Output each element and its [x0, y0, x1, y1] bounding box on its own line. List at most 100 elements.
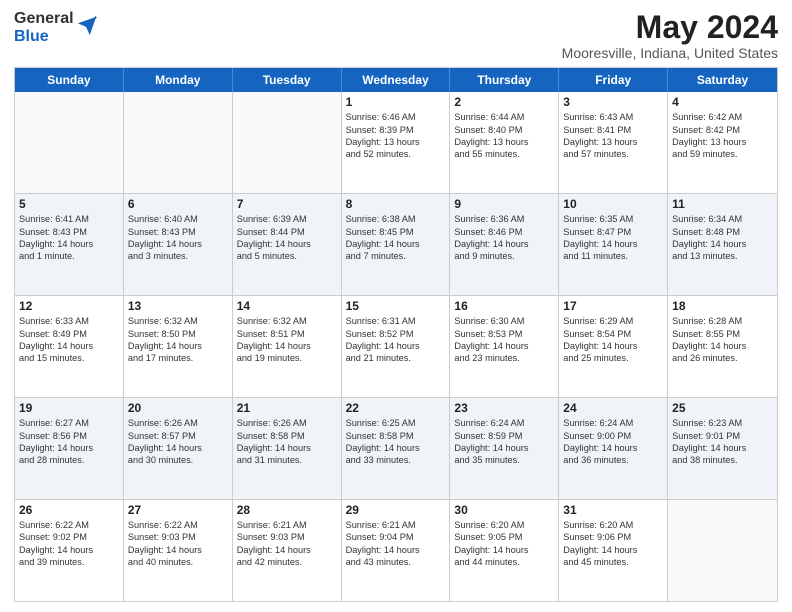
header-sunday: Sunday [15, 68, 124, 92]
cell-info-line: and 5 minutes. [237, 250, 337, 262]
cell-info-line: Daylight: 14 hours [346, 238, 446, 250]
cell-info-line: and 7 minutes. [346, 250, 446, 262]
calendar-row: 5Sunrise: 6:41 AMSunset: 8:43 PMDaylight… [15, 193, 777, 295]
day-number: 22 [346, 401, 446, 415]
day-number: 30 [454, 503, 554, 517]
cell-info-line: and 59 minutes. [672, 148, 773, 160]
cell-info-line: Sunrise: 6:21 AM [346, 519, 446, 531]
cell-info-line: and 43 minutes. [346, 556, 446, 568]
cell-info-line: Sunrise: 6:26 AM [237, 417, 337, 429]
calendar-cell: 16Sunrise: 6:30 AMSunset: 8:53 PMDayligh… [450, 296, 559, 397]
day-number: 13 [128, 299, 228, 313]
cell-info-line: Daylight: 14 hours [672, 238, 773, 250]
cell-info-line: Sunset: 8:50 PM [128, 328, 228, 340]
calendar-row: 1Sunrise: 6:46 AMSunset: 8:39 PMDaylight… [15, 92, 777, 193]
day-number: 6 [128, 197, 228, 211]
logo: General Blue [14, 10, 98, 47]
calendar-cell: 25Sunrise: 6:23 AMSunset: 9:01 PMDayligh… [668, 398, 777, 499]
cell-info-line: and 39 minutes. [19, 556, 119, 568]
cell-info-line: Daylight: 13 hours [346, 136, 446, 148]
cell-info-line: Sunrise: 6:36 AM [454, 213, 554, 225]
cell-info-line: Sunrise: 6:25 AM [346, 417, 446, 429]
day-number: 7 [237, 197, 337, 211]
cell-info-line: and 1 minute. [19, 250, 119, 262]
cell-info-line: and 11 minutes. [563, 250, 663, 262]
header-wednesday: Wednesday [342, 68, 451, 92]
logo-blue: Blue [14, 28, 74, 46]
cell-info-line: Sunset: 8:54 PM [563, 328, 663, 340]
cell-info-line: Daylight: 13 hours [672, 136, 773, 148]
cell-info-line: Daylight: 13 hours [454, 136, 554, 148]
day-number: 16 [454, 299, 554, 313]
cell-info-line: Daylight: 14 hours [672, 340, 773, 352]
cell-info-line: Sunset: 8:53 PM [454, 328, 554, 340]
day-number: 17 [563, 299, 663, 313]
day-number: 1 [346, 95, 446, 109]
header-thursday: Thursday [450, 68, 559, 92]
calendar-cell: 11Sunrise: 6:34 AMSunset: 8:48 PMDayligh… [668, 194, 777, 295]
cell-info-line: Daylight: 14 hours [346, 340, 446, 352]
cell-info-line: Daylight: 14 hours [128, 544, 228, 556]
day-number: 19 [19, 401, 119, 415]
calendar-cell [233, 92, 342, 193]
day-number: 21 [237, 401, 337, 415]
cell-info-line: and 31 minutes. [237, 454, 337, 466]
logo-bird-icon [76, 15, 98, 37]
logo-general: General [14, 10, 74, 28]
cell-info-line: and 33 minutes. [346, 454, 446, 466]
cell-info-line: Sunset: 8:58 PM [346, 430, 446, 442]
cell-info-line: Sunrise: 6:46 AM [346, 111, 446, 123]
calendar-cell: 14Sunrise: 6:32 AMSunset: 8:51 PMDayligh… [233, 296, 342, 397]
day-number: 25 [672, 401, 773, 415]
cell-info-line: Sunset: 9:03 PM [128, 531, 228, 543]
calendar-cell: 22Sunrise: 6:25 AMSunset: 8:58 PMDayligh… [342, 398, 451, 499]
day-number: 3 [563, 95, 663, 109]
day-number: 31 [563, 503, 663, 517]
cell-info-line: Sunrise: 6:41 AM [19, 213, 119, 225]
cell-info-line: Daylight: 14 hours [563, 340, 663, 352]
title-area: May 2024 Mooresville, Indiana, United St… [562, 10, 778, 61]
calendar-cell: 7Sunrise: 6:39 AMSunset: 8:44 PMDaylight… [233, 194, 342, 295]
calendar-cell: 10Sunrise: 6:35 AMSunset: 8:47 PMDayligh… [559, 194, 668, 295]
cell-info-line: Sunrise: 6:40 AM [128, 213, 228, 225]
calendar-cell: 24Sunrise: 6:24 AMSunset: 9:00 PMDayligh… [559, 398, 668, 499]
cell-info-line: Sunrise: 6:20 AM [563, 519, 663, 531]
cell-info-line: Daylight: 14 hours [563, 238, 663, 250]
cell-info-line: Sunset: 8:43 PM [128, 226, 228, 238]
calendar-cell: 20Sunrise: 6:26 AMSunset: 8:57 PMDayligh… [124, 398, 233, 499]
cell-info-line: Daylight: 13 hours [563, 136, 663, 148]
cell-info-line: and 45 minutes. [563, 556, 663, 568]
cell-info-line: Sunset: 8:45 PM [346, 226, 446, 238]
cell-info-line: Sunrise: 6:32 AM [128, 315, 228, 327]
cell-info-line: and 30 minutes. [128, 454, 228, 466]
cell-info-line: Daylight: 14 hours [128, 340, 228, 352]
calendar: Sunday Monday Tuesday Wednesday Thursday… [14, 67, 778, 602]
cell-info-line: and 13 minutes. [672, 250, 773, 262]
day-number: 20 [128, 401, 228, 415]
cell-info-line: and 44 minutes. [454, 556, 554, 568]
cell-info-line: Sunset: 8:47 PM [563, 226, 663, 238]
cell-info-line: Sunrise: 6:33 AM [19, 315, 119, 327]
calendar-cell: 29Sunrise: 6:21 AMSunset: 9:04 PMDayligh… [342, 500, 451, 601]
calendar-cell: 17Sunrise: 6:29 AMSunset: 8:54 PMDayligh… [559, 296, 668, 397]
calendar-cell [15, 92, 124, 193]
cell-info-line: Sunset: 8:56 PM [19, 430, 119, 442]
cell-info-line: Sunrise: 6:38 AM [346, 213, 446, 225]
calendar-cell: 6Sunrise: 6:40 AMSunset: 8:43 PMDaylight… [124, 194, 233, 295]
calendar-cell: 23Sunrise: 6:24 AMSunset: 8:59 PMDayligh… [450, 398, 559, 499]
day-number: 9 [454, 197, 554, 211]
cell-info-line: and 25 minutes. [563, 352, 663, 364]
day-number: 2 [454, 95, 554, 109]
cell-info-line: and 35 minutes. [454, 454, 554, 466]
calendar-cell [668, 500, 777, 601]
day-number: 18 [672, 299, 773, 313]
cell-info-line: Sunset: 9:05 PM [454, 531, 554, 543]
cell-info-line: and 57 minutes. [563, 148, 663, 160]
calendar-cell: 19Sunrise: 6:27 AMSunset: 8:56 PMDayligh… [15, 398, 124, 499]
day-number: 12 [19, 299, 119, 313]
cell-info-line: and 3 minutes. [128, 250, 228, 262]
cell-info-line: and 36 minutes. [563, 454, 663, 466]
day-number: 26 [19, 503, 119, 517]
cell-info-line: Sunset: 8:40 PM [454, 124, 554, 136]
cell-info-line: Sunset: 8:44 PM [237, 226, 337, 238]
